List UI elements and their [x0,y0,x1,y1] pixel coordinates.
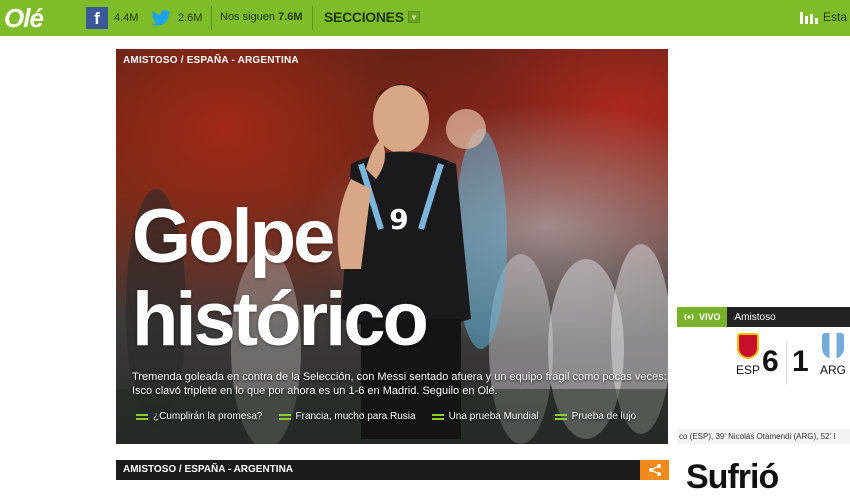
live-badge: VIVO [677,307,727,327]
headline[interactable]: Golpe histórico [132,195,429,361]
away-team-name: ARG [819,363,846,377]
away-team[interactable]: ARG [813,333,850,377]
related-icon [554,413,567,420]
twitter-follow[interactable]: 2.6M [150,6,202,30]
related-link[interactable]: ¿Cumplirán la promesa? [136,411,263,422]
related-link[interactable]: Prueba de lujo [554,411,637,422]
top-navigation-bar: Olé f 4.4M 2.6M Nos siguen 7.6M SECCIONE… [0,0,850,36]
share-button[interactable] [640,460,669,480]
scorers-ticker: co (ESP), 39' Nicolás Otamendi (ARG), 52… [677,429,850,444]
related-links: ¿Cumplirán la promesa? Francia, mucho pa… [136,411,636,422]
follow-label: Nos siguen [220,11,276,23]
facebook-follow[interactable]: f 4.4M [86,6,138,30]
related-icon [431,413,444,420]
related-link-label[interactable]: Prueba de lujo [572,411,637,422]
related-link-label[interactable]: ¿Cumplirán la promesa? [153,411,263,422]
related-icon [278,413,291,420]
article-summary[interactable]: Tremenda goleada en contra de la Selecci… [132,370,668,398]
live-status: VIVO [699,312,721,322]
facebook-icon[interactable]: f [86,7,108,29]
live-score-header: VIVO Amistoso [677,307,850,327]
bar-chart-icon [800,12,818,24]
related-icon [136,413,148,420]
related-link-label[interactable]: Una prueba Mundial [449,411,539,422]
hero-article[interactable]: 9 AMISTOSO / ESPAÑA - ARGENTINA Golpe hi… [116,49,668,444]
related-link[interactable]: Francia, mucho para Rusia [278,411,416,422]
stats-link[interactable]: Esta [800,10,847,24]
second-article-title[interactable]: Sufrió [686,460,779,494]
second-article-category[interactable]: AMISTOSO / ESPAÑA - ARGENTINA [123,464,293,475]
follow-count: 7.6M [278,11,303,23]
away-score: 1 [792,345,809,378]
home-score: 6 [762,345,779,378]
share-icon [648,464,661,476]
broadcast-icon [684,313,694,321]
chevron-down-icon: ▼ [407,11,420,23]
second-article[interactable]: AMISTOSO / ESPAÑA - ARGENTINA [116,460,640,480]
divider [312,6,313,30]
score-divider [786,341,787,385]
live-score-widget[interactable]: VIVO Amistoso ESP 6 1 ARG co (ESP), 39' … [677,307,850,444]
divider [211,6,212,30]
competition-name: Amistoso [734,311,776,323]
related-link-label[interactable]: Francia, mucho para Rusia [296,411,416,422]
followers-total: Nos siguen 7.6M [220,11,303,23]
facebook-count: 4.4M [114,12,139,24]
ole-logo[interactable]: Olé [4,3,44,34]
related-link[interactable]: Una prueba Mundial [431,411,539,422]
stats-label: Esta [823,10,848,24]
article-category[interactable]: AMISTOSO / ESPAÑA - ARGENTINA [123,55,299,66]
twitter-icon[interactable] [150,7,172,29]
headline-line-1[interactable]: Golpe [132,195,426,278]
sections-label: SECCIONES [324,9,404,25]
headline-line-2[interactable]: histórico [132,278,429,361]
twitter-count: 2.6M [178,12,203,24]
spain-crest-icon [737,333,759,359]
sections-menu-button[interactable]: SECCIONES ▼ [324,9,420,25]
argentina-crest-icon [822,333,844,359]
